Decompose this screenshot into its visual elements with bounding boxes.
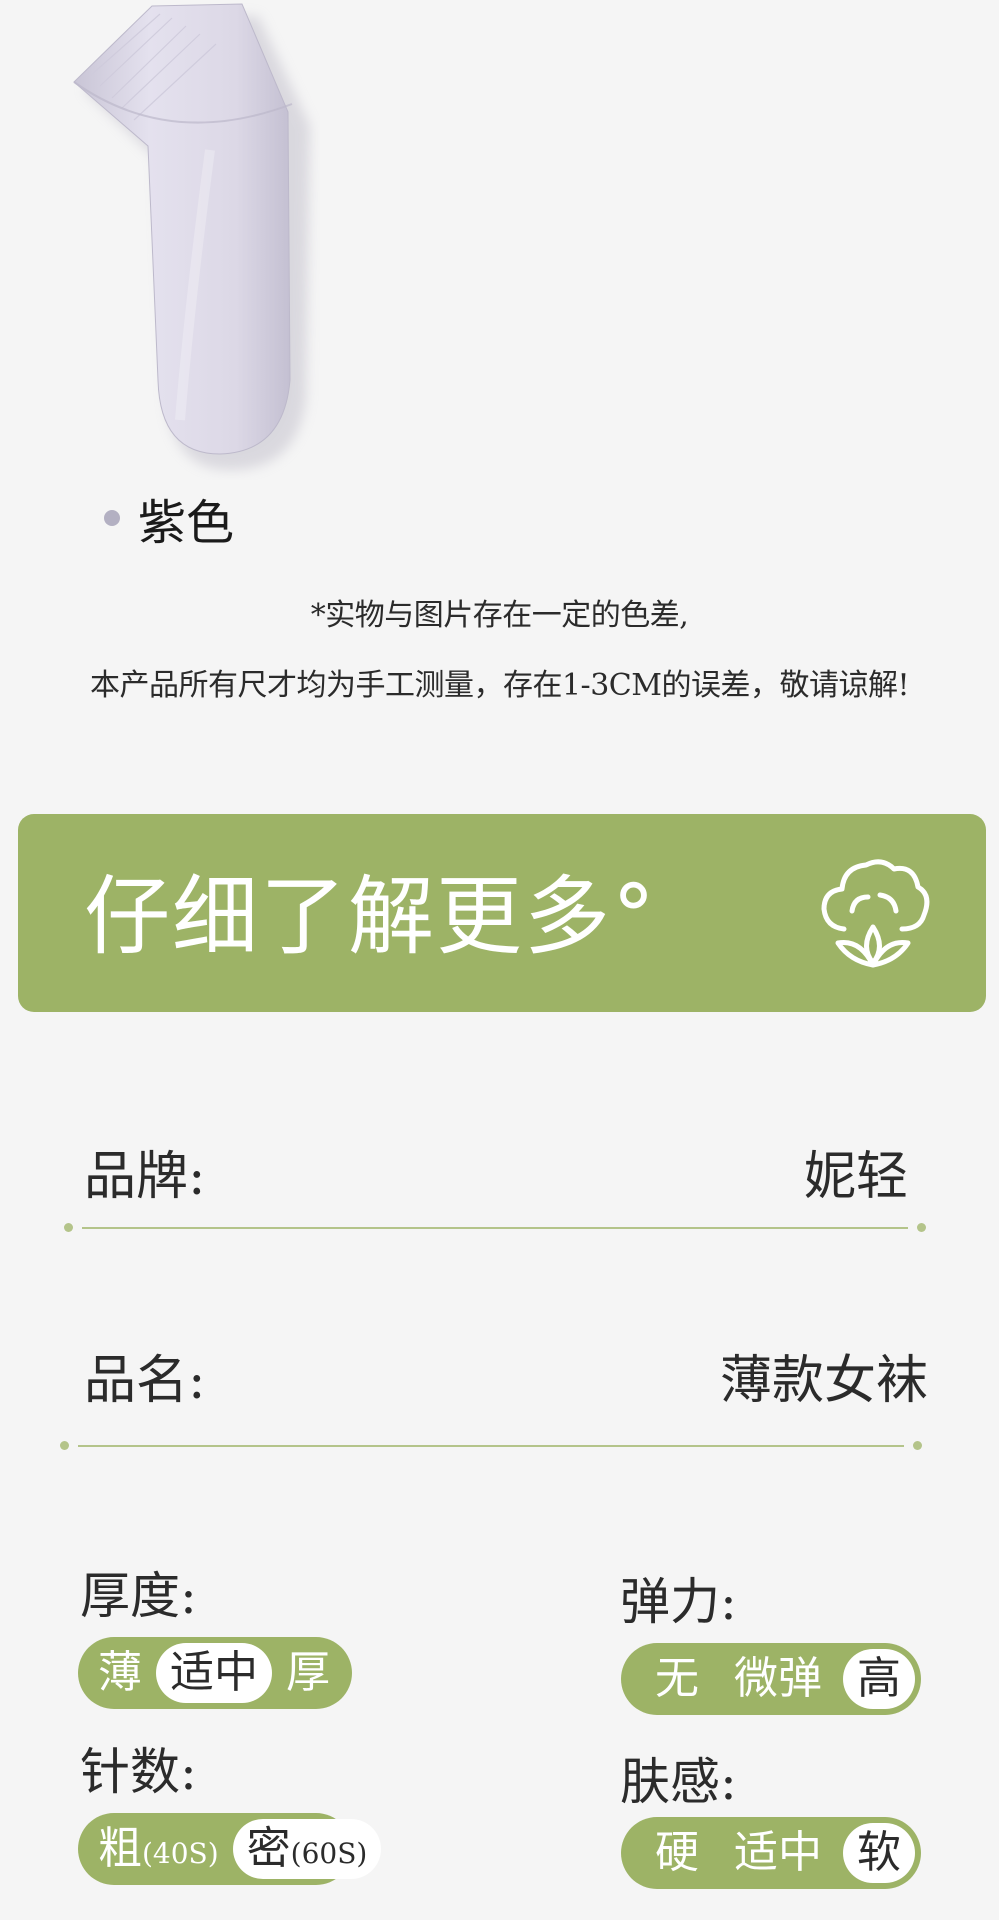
divider xyxy=(64,1223,926,1232)
divider-dot xyxy=(917,1223,926,1232)
brand-value: 妮轻 xyxy=(803,1147,908,1207)
feel-option-medium: 适中 xyxy=(734,1827,822,1878)
elasticity-scale: 无 微弹 高 xyxy=(621,1643,921,1715)
color-option: 紫色 xyxy=(104,483,234,553)
feel-option-hard: 硬 xyxy=(655,1827,699,1878)
needle-option-coarse-sub: (40S) xyxy=(142,1837,219,1870)
thickness-scale: 薄 适中 厚 xyxy=(78,1637,352,1709)
skin-feel-scale: 硬 适中 软 xyxy=(621,1817,921,1889)
thickness-option-medium: 适中 xyxy=(156,1643,272,1703)
elasticity-label: 弹力: xyxy=(620,1573,737,1631)
divider-dot xyxy=(64,1223,73,1232)
divider xyxy=(60,1441,922,1450)
needle-option-dense-main: 密 xyxy=(246,1823,291,1874)
thickness-option-thin: 薄 xyxy=(98,1647,142,1698)
thickness-option-thick: 厚 xyxy=(286,1647,330,1698)
cotton-flower-icon xyxy=(821,859,930,968)
elasticity-option-high: 高 xyxy=(843,1649,915,1709)
spec-brand-row: 品牌: 妮轻 xyxy=(84,1134,908,1209)
needle-option-coarse-main: 粗 xyxy=(98,1823,142,1874)
elasticity-option-none: 无 xyxy=(655,1653,699,1704)
skin-feel-label: 肤感: xyxy=(620,1753,737,1811)
divider-dot xyxy=(60,1441,69,1450)
needle-option-coarse: 粗(40S) xyxy=(84,1819,233,1879)
needle-count-label: 针数: xyxy=(80,1743,197,1801)
spec-name-row: 品名: 薄款女袜 xyxy=(84,1338,928,1413)
needle-count-scale: 粗(40S) 密(60S) xyxy=(78,1813,382,1885)
learn-more-banner: 仔细了解更多° xyxy=(18,814,986,1012)
divider-line xyxy=(78,1445,904,1447)
measurement-note: 本产品所有尺才均为手工测量，存在1-3CM的误差，敬请谅解! xyxy=(89,668,910,703)
divider-line xyxy=(82,1227,908,1229)
needle-option-dense: 密(60S) xyxy=(232,1819,382,1879)
color-difference-note: *实物与图片存在一定的色差, xyxy=(310,598,689,633)
sock-illustration xyxy=(73,3,310,470)
product-name-value: 薄款女袜 xyxy=(719,1351,928,1411)
elasticity-option-slight: 微弹 xyxy=(734,1653,822,1704)
product-image xyxy=(60,0,320,480)
color-name: 紫色 xyxy=(138,495,235,551)
feel-option-soft: 软 xyxy=(843,1823,915,1883)
thickness-label: 厚度: xyxy=(80,1567,197,1625)
product-name-label: 品名: xyxy=(84,1351,206,1411)
brand-label: 品牌: xyxy=(84,1147,206,1207)
needle-option-dense-sub: (60S) xyxy=(290,1837,368,1870)
banner-title: 仔细了解更多° xyxy=(84,867,657,967)
color-swatch-dot xyxy=(104,510,120,526)
divider-dot xyxy=(913,1441,922,1450)
